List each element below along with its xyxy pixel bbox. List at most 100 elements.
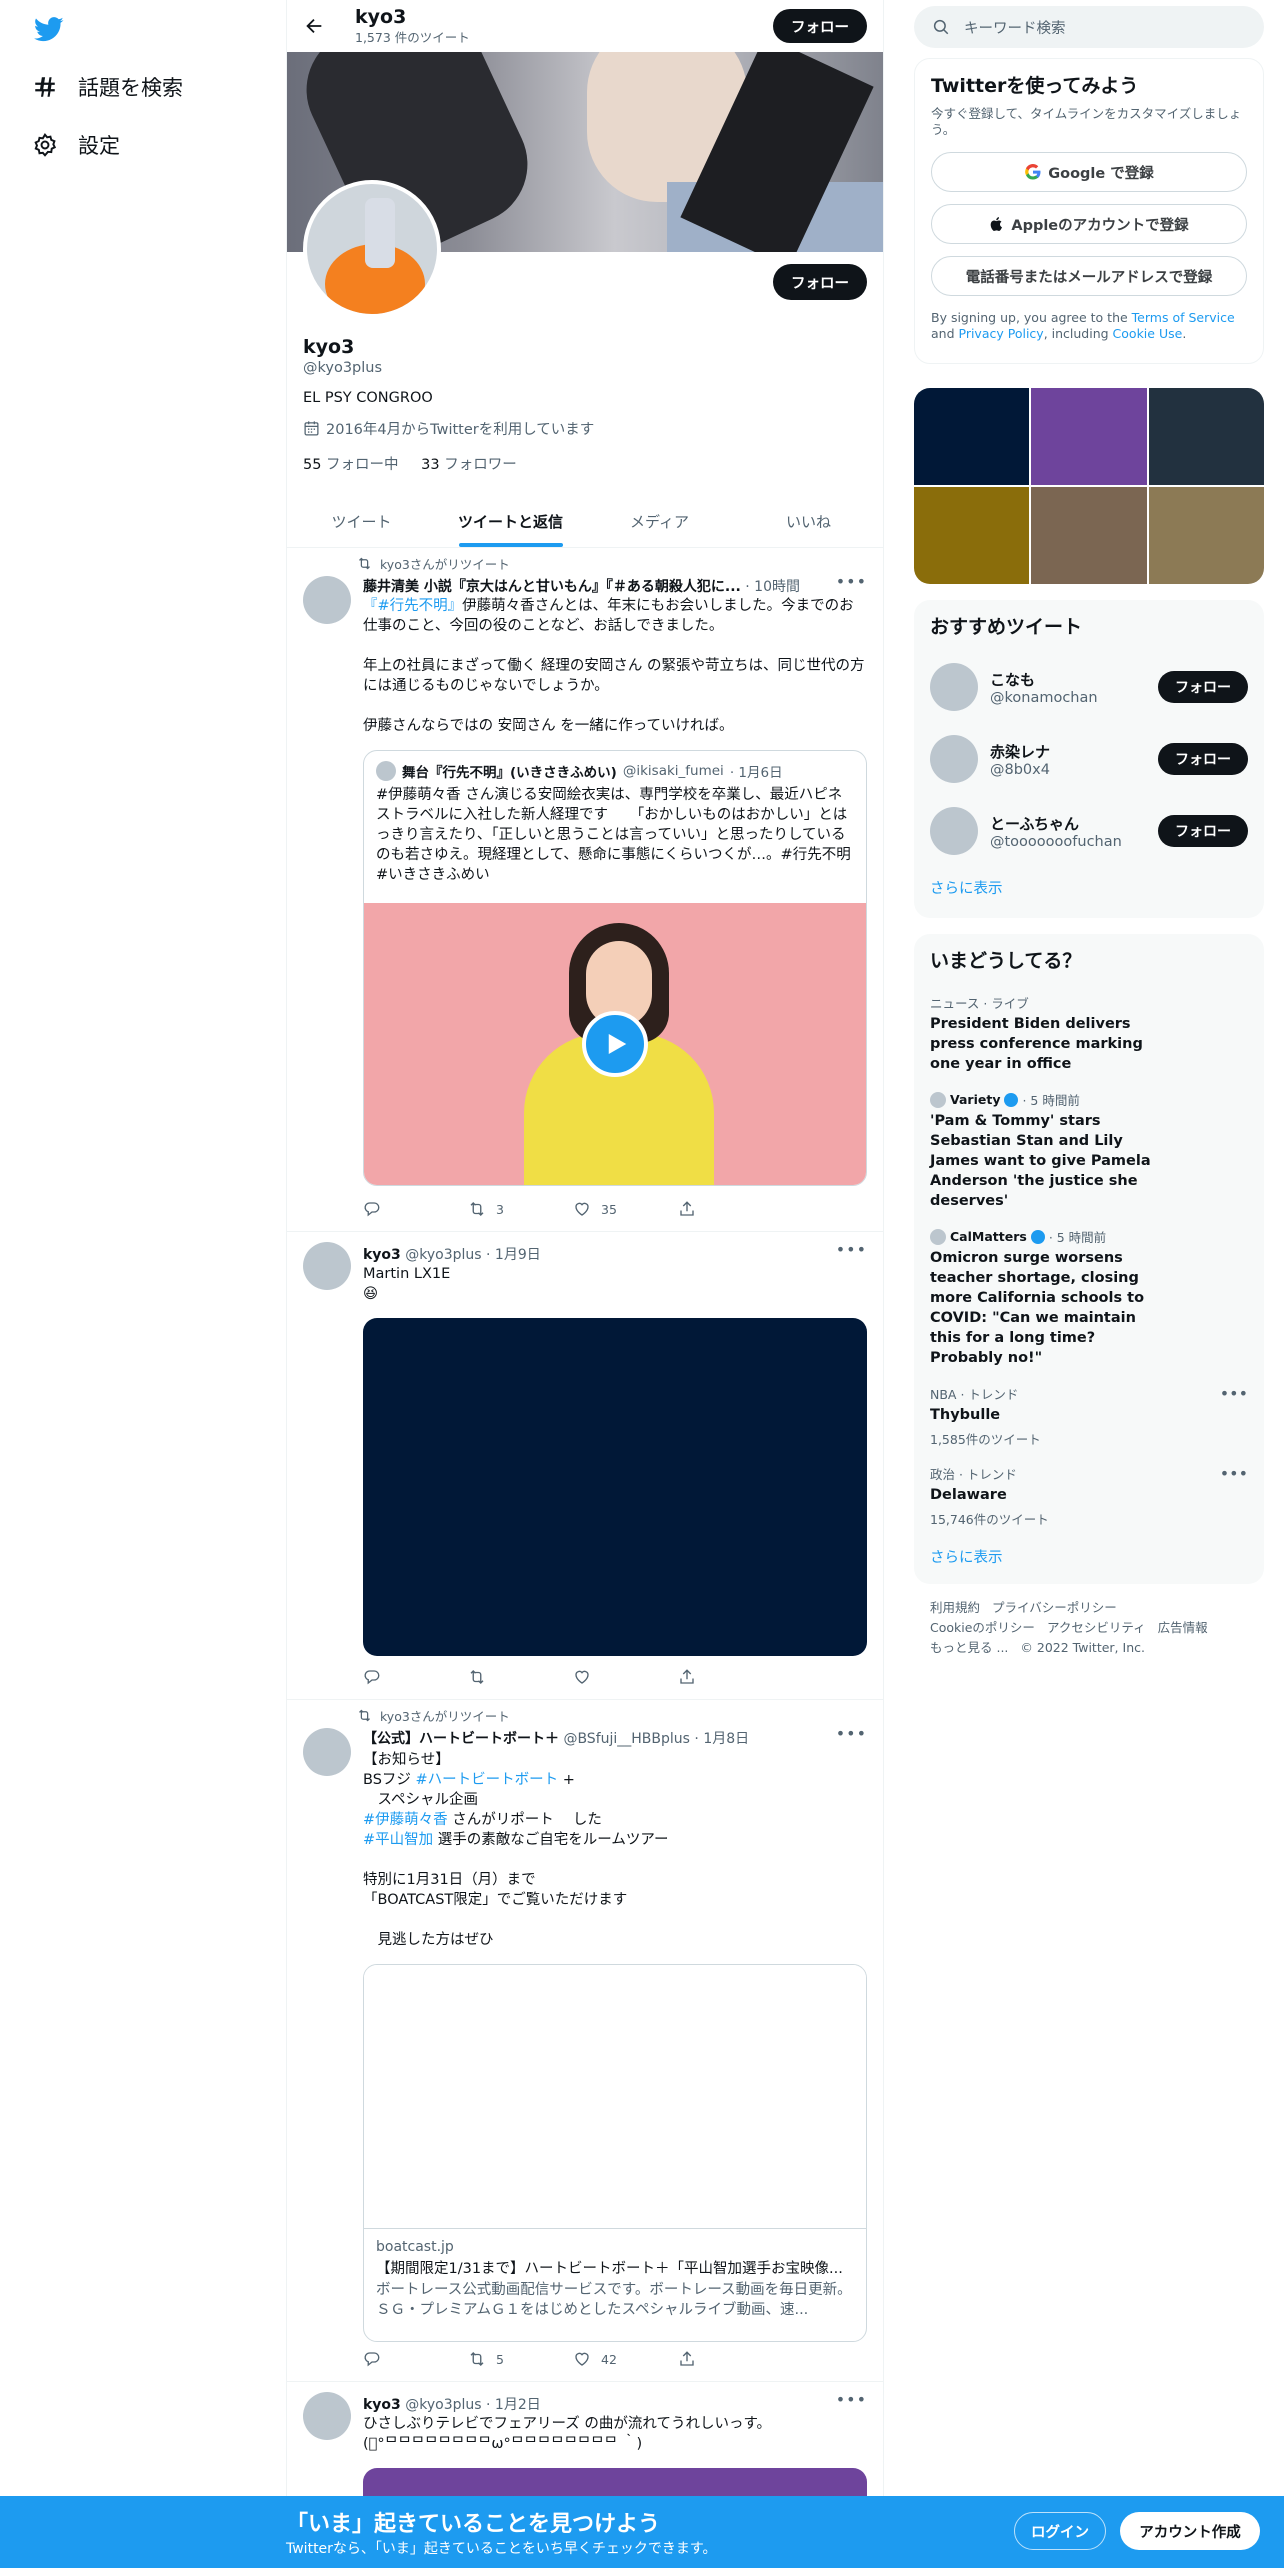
media-thumbnail[interactable] bbox=[1031, 388, 1147, 485]
left-nav: 話題を検索 設定 bbox=[0, 0, 286, 2568]
more-icon[interactable]: ••• bbox=[836, 1724, 867, 1743]
nav-settings[interactable]: 設定 bbox=[32, 130, 120, 160]
more-icon[interactable]: ••• bbox=[1220, 1384, 1248, 1403]
tweet-author[interactable]: kyo3 bbox=[363, 1247, 401, 1263]
bottom-signup-bar: 「いま」起きていることを見つけよう Twitterなら、「いま」起きていることを… bbox=[0, 2496, 1284, 2568]
footer-ads[interactable]: 広告情報 bbox=[1158, 1620, 1208, 1635]
hashtag-link[interactable]: #伊藤萌々香 bbox=[363, 1812, 448, 1828]
share-button[interactable] bbox=[678, 1668, 783, 1686]
like-button[interactable]: 42 bbox=[573, 2350, 678, 2368]
more-icon[interactable]: ••• bbox=[836, 2390, 867, 2409]
reply-button[interactable] bbox=[363, 2350, 468, 2368]
tweet-meta: · 10時間 bbox=[740, 579, 800, 595]
back-arrow-icon[interactable] bbox=[303, 15, 325, 37]
privacy-link[interactable]: Privacy Policy bbox=[959, 326, 1044, 341]
tweet-media[interactable] bbox=[363, 1318, 867, 1656]
tweet-author[interactable]: 藤井清美 小説『京大はんと甘いもん』『＃ある朝殺人犯に... bbox=[363, 579, 741, 595]
terms-link[interactable]: Terms of Service bbox=[1132, 310, 1235, 325]
follow-button[interactable]: フォロー bbox=[1158, 815, 1248, 847]
footer-accessibility[interactable]: アクセシビリティ bbox=[1047, 1620, 1146, 1635]
header-follow-button[interactable]: フォロー bbox=[773, 9, 867, 43]
tab-likes[interactable]: いいね bbox=[734, 496, 883, 547]
phone-email-signup-button[interactable]: 電話番号またはメールアドレスで登録 bbox=[931, 256, 1247, 296]
trend-item[interactable]: NBA · トレンド Thybulle 1,585件のツイート ••• bbox=[914, 1376, 1264, 1456]
media-thumbnail[interactable] bbox=[914, 388, 1030, 485]
cookie-link[interactable]: Cookie Use bbox=[1113, 326, 1183, 341]
quote-tweet[interactable]: 舞台『行先不明』(いきさきふめい) @ikisaki_fumei · 1月6日 … bbox=[363, 750, 867, 1186]
tweet-author[interactable]: 【公式】ハートビートボート＋ bbox=[363, 1731, 559, 1747]
apple-signup-button[interactable]: Appleのアカウントで登録 bbox=[931, 204, 1247, 244]
trend-count: 15,746件のツイート bbox=[930, 1512, 1049, 1527]
trend-item[interactable]: CalMatters · 5 時間前 Omicron surge worsens… bbox=[914, 1219, 1264, 1376]
source-time: · 5 時間前 bbox=[1048, 1230, 1107, 1245]
tweet-line: 選手の素敵なご自宅をルームツアー bbox=[433, 1832, 669, 1848]
footer-terms[interactable]: 利用規約 bbox=[930, 1600, 980, 1615]
link-card[interactable]: boatcast.jp 【期間限定1/31まで】ハートビートボート＋「平山智加選… bbox=[363, 1964, 867, 2342]
tweet[interactable]: kyo3さんがリツイート 藤井清美 小説『京大はんと甘いもん』『＃ある朝殺人犯に… bbox=[287, 548, 883, 1232]
tweet[interactable]: kyo3さんがリツイート 【公式】ハートビートボート＋ @BSfuji__HBB… bbox=[287, 1700, 883, 2382]
hashtag-link[interactable]: #平山智加 bbox=[363, 1832, 433, 1848]
follow-button[interactable]: フォロー bbox=[1158, 743, 1248, 775]
more-icon[interactable]: ••• bbox=[836, 1240, 867, 1259]
login-button[interactable]: ログイン bbox=[1014, 2512, 1106, 2550]
share-button[interactable] bbox=[678, 2350, 783, 2368]
twitter-logo-icon[interactable] bbox=[34, 14, 64, 44]
avatar[interactable] bbox=[303, 576, 351, 624]
retweet-button[interactable]: 3 bbox=[468, 1200, 573, 1218]
tweet-text: 【お知らせ】 BSフジ #ハートビートボート + スペシャル企画 #伊藤萌々香 … bbox=[363, 1750, 867, 1950]
reply-button[interactable] bbox=[363, 1200, 468, 1218]
profile-name: kyo3 bbox=[303, 336, 355, 358]
recommended-show-more[interactable]: さらに表示 bbox=[914, 867, 1264, 908]
tweet-author[interactable]: kyo3 bbox=[363, 2397, 401, 2413]
tab-media[interactable]: メディア bbox=[585, 496, 734, 547]
followers-link[interactable]: 33 フォロワー bbox=[421, 457, 517, 473]
reply-button[interactable] bbox=[363, 1668, 468, 1686]
profile-avatar[interactable] bbox=[303, 180, 441, 318]
avatar[interactable] bbox=[303, 1242, 351, 1290]
avatar[interactable] bbox=[303, 1728, 351, 1776]
like-button[interactable] bbox=[573, 1668, 678, 1686]
trend-item[interactable]: Variety · 5 時間前 'Pam & Tommy' stars Seba… bbox=[914, 1082, 1264, 1219]
tweet[interactable]: kyo3 @kyo3plus · 1月9日 ••• Martin LX1E 😆 bbox=[287, 1232, 883, 1700]
retweet-button[interactable] bbox=[468, 1668, 573, 1686]
play-icon[interactable] bbox=[582, 1011, 648, 1077]
profile-follow-button[interactable]: フォロー bbox=[773, 264, 867, 300]
follow-button[interactable]: フォロー bbox=[1158, 671, 1248, 703]
avatar[interactable] bbox=[930, 735, 978, 783]
avatar[interactable] bbox=[303, 2392, 351, 2440]
trend-item[interactable]: 政治 · トレンド Delaware 15,746件のツイート ••• bbox=[914, 1456, 1264, 1536]
hashtag-link[interactable]: #ハートビートボート bbox=[416, 1772, 559, 1788]
footer-more[interactable]: もっと見る ... bbox=[930, 1640, 1008, 1655]
recommended-user[interactable]: とーふちゃん @tooooooofuchan フォロー bbox=[914, 795, 1264, 867]
google-signup-label: Google で登録 bbox=[1048, 165, 1154, 182]
trend-item[interactable]: ニュース · ライブ President Biden delivers pres… bbox=[914, 985, 1264, 1082]
recommended-user[interactable]: こなも @konamochan フォロー bbox=[914, 651, 1264, 723]
recommended-user[interactable]: 赤染レナ @8b0x4 フォロー bbox=[914, 723, 1264, 795]
avatar[interactable] bbox=[930, 807, 978, 855]
like-button[interactable]: 35 bbox=[573, 1200, 678, 1218]
trends-show-more[interactable]: さらに表示 bbox=[914, 1536, 1264, 1577]
video-thumbnail[interactable] bbox=[364, 903, 866, 1185]
tab-tweets[interactable]: ツイート bbox=[287, 496, 436, 547]
hashtag-link[interactable]: 『#行先不明』 bbox=[363, 598, 462, 614]
media-thumbnail[interactable] bbox=[1148, 388, 1264, 485]
google-signup-button[interactable]: Google で登録 bbox=[931, 152, 1247, 192]
nav-explore[interactable]: 話題を検索 bbox=[32, 72, 183, 102]
following-link[interactable]: 55 フォロー中 bbox=[303, 457, 399, 473]
tweet-line: スペシャル企画 bbox=[363, 1792, 478, 1808]
share-button[interactable] bbox=[678, 1200, 783, 1218]
more-icon[interactable]: ••• bbox=[1220, 1464, 1248, 1483]
media-thumbnail[interactable] bbox=[1148, 487, 1264, 584]
media-thumbnail[interactable] bbox=[914, 487, 1030, 584]
avatar[interactable] bbox=[930, 663, 978, 711]
source-time: · 5 時間前 bbox=[1022, 1093, 1080, 1108]
more-icon[interactable]: ••• bbox=[836, 572, 867, 591]
media-thumbnail[interactable] bbox=[1031, 487, 1147, 584]
footer-privacy[interactable]: プライバシーポリシー bbox=[992, 1600, 1117, 1615]
create-account-button[interactable]: アカウント作成 bbox=[1120, 2512, 1260, 2550]
footer-cookie[interactable]: Cookieのポリシー bbox=[930, 1620, 1035, 1635]
retweet-button[interactable]: 5 bbox=[468, 2350, 573, 2368]
header-tweet-count: 1,573 件のツイート bbox=[355, 29, 470, 45]
tab-tweets-and-replies[interactable]: ツイートと返信 bbox=[436, 496, 585, 547]
search-input[interactable]: キーワード検索 bbox=[914, 6, 1264, 48]
